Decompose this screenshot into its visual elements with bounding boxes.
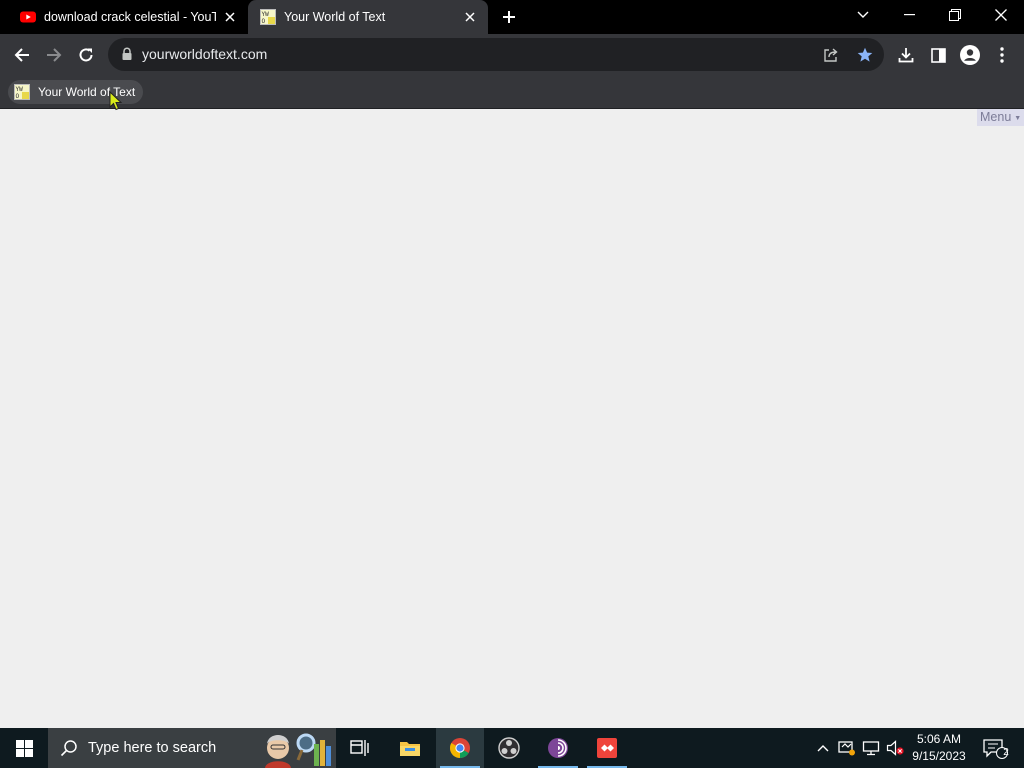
side-panel-icon[interactable] (925, 42, 951, 68)
anydesk-button[interactable] (583, 728, 631, 768)
tor-browser-icon (548, 738, 568, 758)
taskbar: Type here to search 5:06 AM 9/15/2023 2 (0, 728, 1024, 768)
close-tab-icon[interactable] (462, 9, 478, 25)
task-view-button[interactable] (336, 728, 384, 768)
show-hidden-icons-button[interactable] (814, 728, 832, 768)
page-canvas[interactable]: Menu ▼ (0, 109, 1024, 728)
clock-time: 5:06 AM (916, 732, 962, 746)
notification-count-badge: 2 (1003, 747, 1009, 758)
system-clock[interactable]: 5:06 AM 9/15/2023 (906, 731, 972, 765)
url-text: yourworldoftext.com (142, 46, 268, 62)
chevron-up-icon (817, 745, 829, 752)
ywot-icon: YW O (14, 84, 30, 100)
action-center-button[interactable]: 2 (978, 728, 1012, 768)
tab-search-icon[interactable] (840, 0, 886, 30)
back-button[interactable] (8, 41, 36, 69)
browser-toolbar: yourworldoftext.com (0, 34, 1024, 76)
bookmarks-bar: YW O Your World of Text (0, 76, 1024, 109)
tab-strip: download crack celestial - YouTube YWO Y… (0, 0, 1024, 34)
svg-text:O: O (16, 93, 20, 100)
tab-title: Your World of Text (284, 10, 386, 24)
volume-muted-icon[interactable] (884, 728, 906, 768)
taskbar-search[interactable]: Type here to search (48, 728, 336, 768)
chrome-taskbar-button[interactable] (436, 728, 484, 768)
network-icon[interactable] (860, 728, 882, 768)
tray-app-icon[interactable] (836, 728, 858, 768)
tab-your-world-of-text[interactable]: YW O Your World of Text (248, 0, 488, 34)
svg-text:YW: YW (262, 11, 270, 18)
forward-button[interactable] (40, 41, 68, 69)
start-button[interactable] (0, 728, 48, 768)
downloads-icon[interactable] (893, 42, 919, 68)
task-view-icon (350, 740, 369, 756)
reload-button[interactable] (72, 41, 100, 69)
menu-button[interactable]: Menu ▼ (977, 109, 1024, 126)
lock-icon[interactable] (120, 47, 134, 61)
search-icon (60, 739, 78, 757)
menu-arrow-icon: ▼ (1014, 115, 1022, 122)
restore-button[interactable] (932, 0, 978, 30)
close-tab-icon[interactable] (222, 9, 238, 25)
ywot-icon: YW O (260, 9, 276, 25)
windows-logo-icon (15, 739, 33, 757)
menu-label: Menu (980, 110, 1012, 124)
obs-studio-button[interactable] (485, 728, 533, 768)
minimize-button[interactable] (886, 0, 932, 30)
tab-youtube[interactable]: download crack celestial - YouTube (8, 0, 248, 34)
youtube-icon (20, 9, 36, 25)
tab-title: download crack celestial - YouTube (44, 10, 216, 24)
anydesk-icon (597, 738, 617, 758)
folder-icon (400, 742, 420, 756)
mouse-cursor-icon (109, 91, 123, 111)
tor-browser-button[interactable] (534, 728, 582, 768)
close-window-button[interactable] (978, 0, 1024, 30)
more-menu-icon[interactable] (989, 42, 1015, 68)
svg-text:YW: YW (16, 86, 24, 93)
new-tab-button[interactable] (498, 6, 520, 28)
share-icon[interactable] (820, 44, 842, 66)
obs-icon (498, 737, 520, 759)
chrome-icon (450, 738, 470, 758)
search-highlight-illustration-icon (262, 730, 334, 768)
search-placeholder: Type here to search (88, 740, 217, 756)
svg-text:O: O (262, 18, 266, 25)
profile-avatar-icon[interactable] (957, 42, 983, 68)
bookmark-star-icon[interactable] (854, 44, 876, 66)
address-bar[interactable]: yourworldoftext.com (108, 38, 884, 71)
clock-date: 9/15/2023 (912, 749, 966, 763)
file-explorer-button[interactable] (386, 728, 434, 768)
